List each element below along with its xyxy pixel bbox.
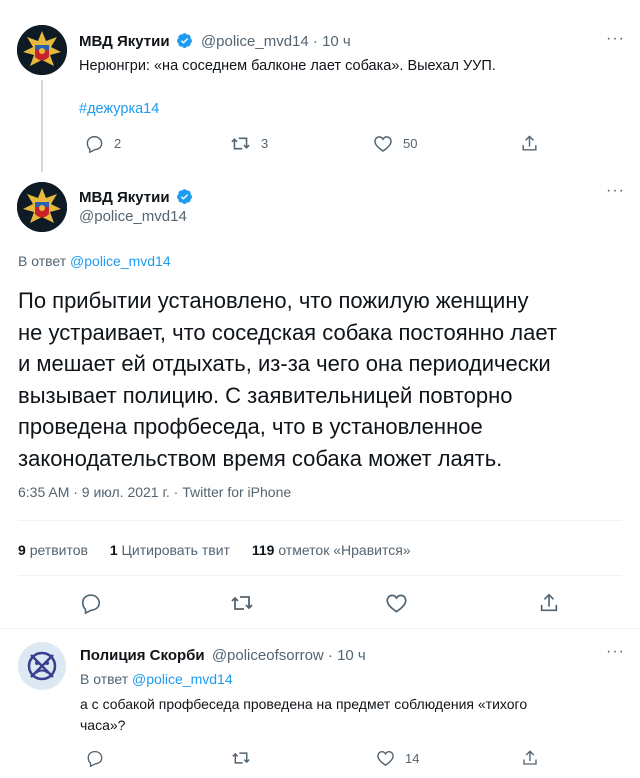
avatar[interactable] [17, 182, 67, 232]
quotes-num: 1 [109, 542, 118, 558]
tweet-main: МВД Якутии @police_mvd14 ··· В ответ @po… [0, 170, 640, 620]
avatar[interactable] [18, 642, 66, 690]
share-icon [538, 592, 560, 614]
reply-text-line: часа»? [80, 717, 126, 733]
more-options-icon[interactable]: ··· [606, 643, 625, 661]
reply-icon [85, 134, 104, 153]
handle[interactable]: @police_mvd14 [79, 208, 187, 225]
tweet-line: не устраивает, что соседская собака пост… [18, 319, 557, 345]
share-button[interactable] [520, 134, 539, 153]
verified-badge-icon [176, 33, 192, 48]
heart-icon [385, 592, 408, 614]
display-name[interactable]: Полиция Скорби [80, 647, 205, 664]
likes-num: 119 [251, 542, 275, 558]
retweet-button[interactable]: 3 [230, 134, 268, 153]
retweet-icon [230, 592, 254, 614]
tweet-body: По прибытии установлено, что пожилую жен… [18, 285, 557, 474]
reply-text-line: а с собакой профбеседа проведена на пред… [80, 696, 528, 712]
retweets-label: ретвитов [29, 542, 88, 558]
avatar[interactable] [17, 25, 67, 75]
tweet-line: проведена профбеседа, что в установленно… [18, 414, 483, 439]
heart-icon [373, 134, 393, 153]
thread-line [41, 80, 43, 172]
hashtag-link[interactable]: #дежурка14 [79, 101, 159, 117]
reply-count: 2 [114, 136, 122, 151]
retweets-stat[interactable]: 9 ретвитов [18, 542, 88, 558]
more-options-icon[interactable]: ··· [606, 30, 625, 48]
reply-to-link[interactable]: @police_mvd14 [132, 671, 233, 687]
reply-icon [80, 592, 102, 614]
like-count: 14 [405, 750, 420, 766]
reply-prefix: В ответ [18, 253, 67, 269]
likes-stat[interactable]: 119 отметок «Нравится» [252, 542, 411, 558]
tweet-reply[interactable]: Полиция Скорби @policeofsorrow · 10 ч ··… [0, 629, 640, 778]
retweet-button[interactable] [231, 749, 251, 767]
like-button[interactable]: 14 [376, 749, 419, 767]
retweet-icon [231, 749, 251, 767]
police-emblem-icon [17, 25, 67, 75]
tweet-text: Нерюнгри: «на соседнем балконе лает соба… [79, 58, 496, 74]
like-count: 50 [403, 136, 418, 151]
like-button[interactable] [385, 592, 408, 614]
retweet-count: 3 [261, 136, 269, 151]
reply-prefix: В ответ [80, 671, 129, 687]
retweets-num: 9 [18, 542, 26, 558]
divider [18, 575, 622, 576]
sad-police-avatar-icon [18, 642, 66, 690]
quotes-stat[interactable]: 1 Цитировать твит [110, 542, 230, 558]
tweet-line: законодательством время собака может лая… [18, 445, 503, 471]
reply-button[interactable]: 2 [85, 134, 121, 153]
share-button[interactable] [538, 592, 560, 614]
display-name[interactable]: МВД Якутии [79, 189, 170, 206]
reply-to-link[interactable]: @police_mvd14 [70, 253, 171, 269]
retweet-button[interactable] [230, 592, 254, 614]
tweet-line: и мешает ей отдыхать, из-за чего она пер… [18, 351, 551, 376]
like-button[interactable]: 50 [373, 134, 417, 153]
engagement-stats: 9 ретвитов 1 Цитировать твит 119 отметок… [18, 542, 411, 558]
police-emblem-icon [17, 182, 67, 232]
verified-badge-icon [177, 189, 192, 204]
heart-icon [376, 749, 395, 767]
tweet-parent[interactable]: МВД Якутии @police_mvd14 · 10 ч ··· Нерю… [0, 0, 640, 172]
likes-label: отметок «Нравится» [278, 542, 411, 558]
display-name[interactable]: МВД Якутии [79, 33, 170, 50]
share-icon [520, 134, 539, 153]
handle[interactable]: @police_mvd14 [201, 33, 309, 50]
timestamp[interactable]: 10 ч [322, 33, 351, 50]
quotes-label: Цитировать твит [121, 542, 230, 558]
reply-button[interactable] [86, 749, 104, 767]
reply-icon [86, 749, 104, 767]
separator-dot: · [312, 33, 323, 50]
tweet-line: вызывает полицию. С заявительницей повто… [18, 382, 513, 408]
reply-text: а с собакой профбеседа проведена на пред… [80, 694, 527, 736]
retweet-icon [230, 134, 251, 153]
handle[interactable]: @policeofsorrow [212, 647, 324, 664]
more-options-icon[interactable]: ··· [606, 182, 625, 200]
tweet-meta[interactable]: 6:35 AM · 9 июл. 2021 г. · Twitter for i… [18, 484, 291, 500]
reply-button[interactable] [80, 592, 102, 614]
timestamp[interactable]: · 10 ч [328, 647, 366, 664]
share-icon [521, 749, 539, 767]
tweet-line: По прибытии установлено, что пожилую жен… [18, 288, 529, 313]
share-button[interactable] [521, 749, 539, 767]
divider [18, 520, 622, 521]
